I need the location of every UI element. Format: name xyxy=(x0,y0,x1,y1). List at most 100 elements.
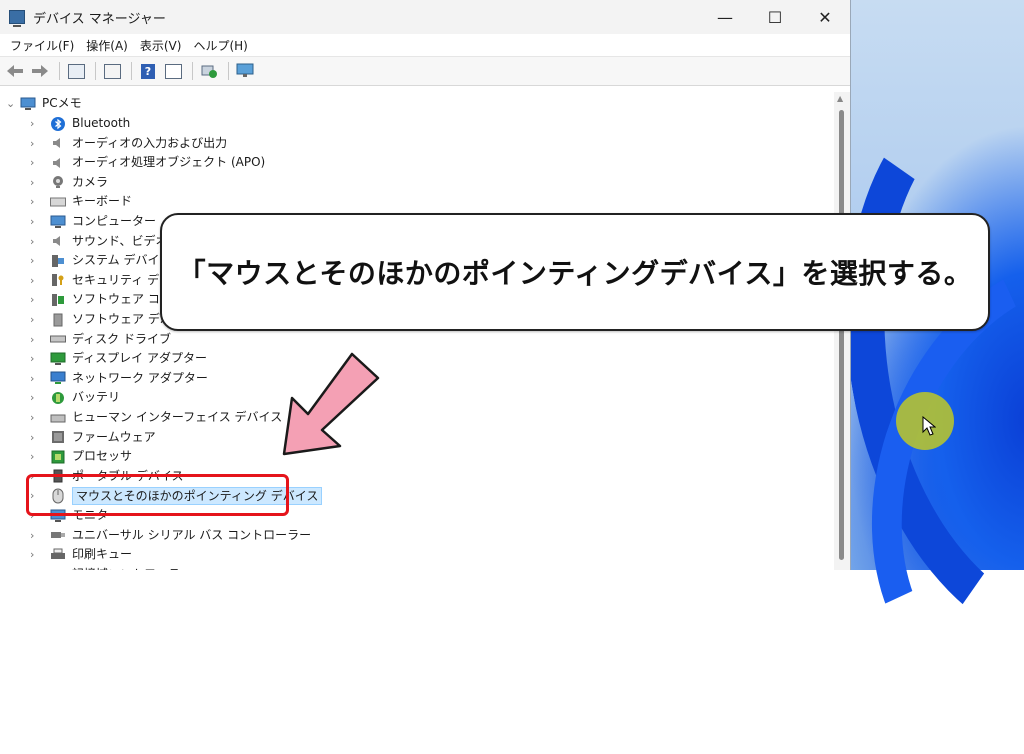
chevron-right-icon[interactable]: › xyxy=(30,529,42,542)
tree-item-label: ネットワーク アダプター xyxy=(72,370,208,385)
computer-icon xyxy=(50,215,66,229)
selection-highlight-box xyxy=(26,474,289,516)
window-title: デバイス マネージャー xyxy=(33,11,166,27)
toolbar: ? xyxy=(0,56,850,86)
tree-item[interactable]: › キーボード xyxy=(30,192,132,211)
software-icon xyxy=(50,293,66,307)
tree-item[interactable]: › 印刷キュー xyxy=(30,545,132,564)
properties-icon[interactable] xyxy=(101,61,123,81)
tree-item-label: システム デバイス xyxy=(72,253,172,268)
tree-item[interactable]: ›記憶域コントローラー xyxy=(30,565,192,570)
chevron-right-icon[interactable]: › xyxy=(30,215,42,228)
device-manager-icon xyxy=(9,10,25,27)
chevron-right-icon[interactable]: › xyxy=(30,137,42,150)
bluetooth-icon xyxy=(50,116,66,131)
toolbar-separator xyxy=(192,62,193,80)
tree-item[interactable]: › プロセッサ xyxy=(30,447,132,466)
tree-item-label: ユニバーサル シリアル バス コントローラー xyxy=(72,527,312,542)
tree-item[interactable]: › ユニバーサル シリアル バス コントローラー xyxy=(30,526,311,545)
security-icon xyxy=(50,273,66,287)
chevron-right-icon[interactable]: › xyxy=(30,117,42,130)
tree-item[interactable]: › ヒューマン インターフェイス デバイス xyxy=(30,408,282,427)
scan-hardware-icon[interactable] xyxy=(234,61,256,81)
show-hide-tree-icon[interactable] xyxy=(65,61,87,81)
minimize-button[interactable]: — xyxy=(700,0,750,34)
view-icon[interactable] xyxy=(162,61,184,81)
chevron-right-icon[interactable]: › xyxy=(30,450,42,463)
chevron-right-icon[interactable]: › xyxy=(30,313,42,326)
usb-icon xyxy=(50,528,66,542)
callout-text: 「マウスとそのほかのポインティングデバイス」を選択する。 xyxy=(177,257,973,290)
camera-icon xyxy=(50,175,66,189)
back-icon[interactable] xyxy=(4,61,26,81)
close-button[interactable]: ✕ xyxy=(800,0,850,34)
network-icon xyxy=(50,371,66,385)
vertical-scrollbar[interactable]: ▲ xyxy=(834,92,850,570)
tree-item[interactable]: › オーディオ処理オブジェクト (APO) xyxy=(30,153,265,172)
hid-icon xyxy=(50,411,66,425)
chevron-right-icon[interactable]: › xyxy=(30,274,42,287)
chevron-down-icon[interactable]: ⌄ xyxy=(6,97,18,110)
tree-item[interactable]: › システム デバイス xyxy=(30,251,171,270)
chevron-right-icon[interactable]: › xyxy=(30,372,42,385)
tree-root[interactable]: ⌄ PCメモ xyxy=(6,94,82,113)
tree-item-label: オーディオの入力および出力 xyxy=(72,135,228,150)
keyboard-icon xyxy=(50,195,66,209)
system-icon xyxy=(50,254,66,268)
tree-root-label: PCメモ xyxy=(42,96,82,110)
chevron-right-icon[interactable]: › xyxy=(30,195,42,208)
update-driver-icon[interactable] xyxy=(198,61,220,81)
tree-item-label: ファームウェア xyxy=(72,429,156,444)
menu-help[interactable]: ヘルプ(H) xyxy=(187,37,253,54)
battery-icon xyxy=(50,391,66,405)
mouse-cursor-icon xyxy=(922,416,936,436)
tree-item[interactable]: › ファームウェア xyxy=(30,428,156,447)
printer-icon xyxy=(50,548,66,562)
help-icon[interactable]: ? xyxy=(137,61,159,81)
tree-item[interactable]: › オーディオの入力および出力 xyxy=(30,134,227,153)
toolbar-separator xyxy=(59,62,60,80)
instruction-callout: 「マウスとそのほかのポインティングデバイス」を選択する。 xyxy=(160,213,990,331)
menu-file[interactable]: ファイル(F) xyxy=(4,37,80,54)
chevron-right-icon[interactable]: › xyxy=(30,156,42,169)
processor-icon xyxy=(50,450,66,464)
tree-item[interactable]: › コンピューター xyxy=(30,212,156,231)
chevron-right-icon[interactable]: › xyxy=(30,293,42,306)
scroll-up-icon[interactable]: ▲ xyxy=(837,94,843,103)
chevron-right-icon[interactable]: › xyxy=(30,352,42,365)
chevron-right-icon[interactable]: › xyxy=(30,411,42,424)
tree-item[interactable]: › カメラ xyxy=(30,173,108,192)
chevron-right-icon[interactable]: › xyxy=(30,235,42,248)
tree-item-label: キーボード xyxy=(72,194,133,209)
toolbar-separator xyxy=(95,62,96,80)
toolbar-separator xyxy=(131,62,132,80)
tree-item[interactable]: › ディスク ドライブ xyxy=(30,330,171,349)
tree-item-label: プロセッサ xyxy=(72,449,133,464)
menu-action[interactable]: 操作(A) xyxy=(80,37,134,54)
menu-bar: ファイル(F) 操作(A) 表示(V) ヘルプ(H) xyxy=(0,34,850,56)
menu-view[interactable]: 表示(V) xyxy=(134,37,188,54)
forward-icon[interactable] xyxy=(29,61,51,81)
scroll-thumb[interactable] xyxy=(839,110,844,560)
chevron-right-icon[interactable]: › xyxy=(30,431,42,444)
speaker-icon xyxy=(50,156,66,170)
tree-item[interactable]: › バッテリ xyxy=(30,388,120,407)
title-bar[interactable]: デバイス マネージャー — ☐ ✕ xyxy=(0,0,850,34)
chevron-right-icon[interactable]: › xyxy=(30,548,42,561)
chevron-right-icon[interactable]: › xyxy=(30,176,42,189)
tree-item-label: カメラ xyxy=(72,174,109,189)
tree-item[interactable]: › ネットワーク アダプター xyxy=(30,369,208,388)
tree-item-label: ヒューマン インターフェイス デバイス xyxy=(72,410,283,424)
speaker-icon xyxy=(50,136,66,150)
firmware-icon xyxy=(50,430,66,444)
tree-item-label: ディスプレイ アダプター xyxy=(72,351,207,366)
chevron-right-icon[interactable]: › xyxy=(30,254,42,267)
tree-item[interactable]: › ディスプレイ アダプター xyxy=(30,349,207,368)
tree-item-label: ディスク ドライブ xyxy=(72,331,171,346)
computer-icon xyxy=(20,97,36,111)
tree-item[interactable]: › Bluetooth xyxy=(30,114,130,133)
maximize-button[interactable]: ☐ xyxy=(750,0,800,34)
chevron-right-icon[interactable]: › xyxy=(30,391,42,404)
chevron-right-icon[interactable]: › xyxy=(30,333,42,346)
tree-item-label: バッテリ xyxy=(72,390,121,405)
